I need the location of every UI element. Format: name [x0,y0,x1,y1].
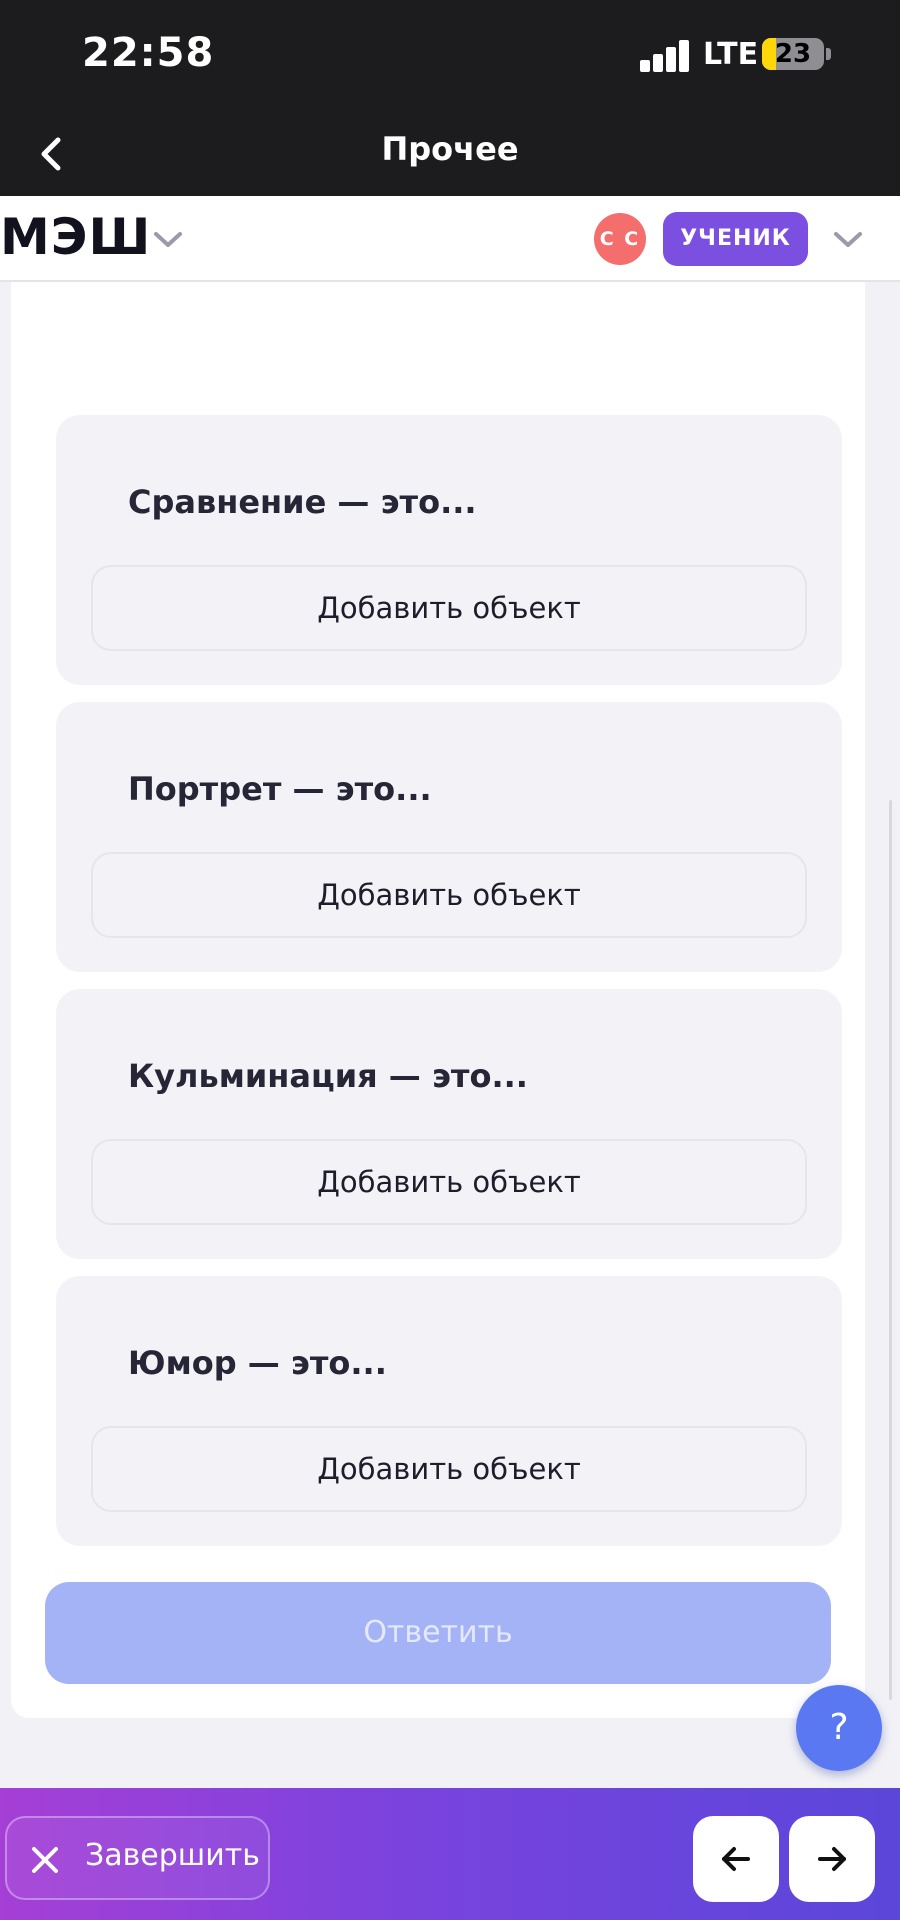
add-object-button[interactable]: Добавить объект [91,1139,807,1225]
arrow-right-icon [818,1847,846,1871]
role-badge[interactable]: УЧЕНИК [663,212,808,266]
help-button[interactable]: ? [796,1685,882,1771]
question-card: Сравнение — это... Добавить объект [56,415,842,685]
mesh-logo[interactable]: МЭШ [0,208,151,266]
add-object-button[interactable]: Добавить объект [91,565,807,651]
battery-cap [826,48,831,60]
bottom-bar: Завершить [0,1788,900,1920]
chevron-down-icon[interactable] [150,224,186,254]
nav-bar: Прочее [0,110,900,196]
add-object-button[interactable]: Добавить объект [91,1426,807,1512]
arrow-left-icon [722,1847,750,1871]
question-label: Кульминация — это... [128,1057,528,1095]
page-title: Прочее [381,130,519,168]
question-label: Сравнение — это... [128,483,477,521]
close-icon [32,1847,58,1873]
next-button[interactable] [789,1816,875,1902]
question-card: Юмор — это... Добавить объект [56,1276,842,1546]
app-header: МЭШ С С УЧЕНИК [0,196,900,282]
battery-charging-icon: 23 [762,38,824,70]
add-object-button[interactable]: Добавить объект [91,852,807,938]
question-card: Портрет — это... Добавить объект [56,702,842,972]
question-label: Юмор — это... [128,1344,387,1382]
signal-bars-icon [640,38,690,72]
question-card: Кульминация — это... Добавить объект [56,989,842,1259]
chevron-down-icon[interactable] [830,224,866,254]
status-bar: 22:58 LTE 23 [0,0,900,110]
status-time: 22:58 [82,30,215,76]
network-type: LTE [703,37,759,72]
prev-button[interactable] [693,1816,779,1902]
scrollbar[interactable] [889,800,892,1700]
avatar[interactable]: С С [594,213,646,265]
task-content: Сравнение — это... Добавить объект Портр… [11,282,865,1718]
question-label: Портрет — это... [128,770,432,808]
finish-button[interactable]: Завершить [5,1816,270,1900]
battery-level: 23 [774,39,812,69]
submit-button[interactable]: Ответить [45,1582,831,1684]
finish-label: Завершить [85,1838,260,1873]
